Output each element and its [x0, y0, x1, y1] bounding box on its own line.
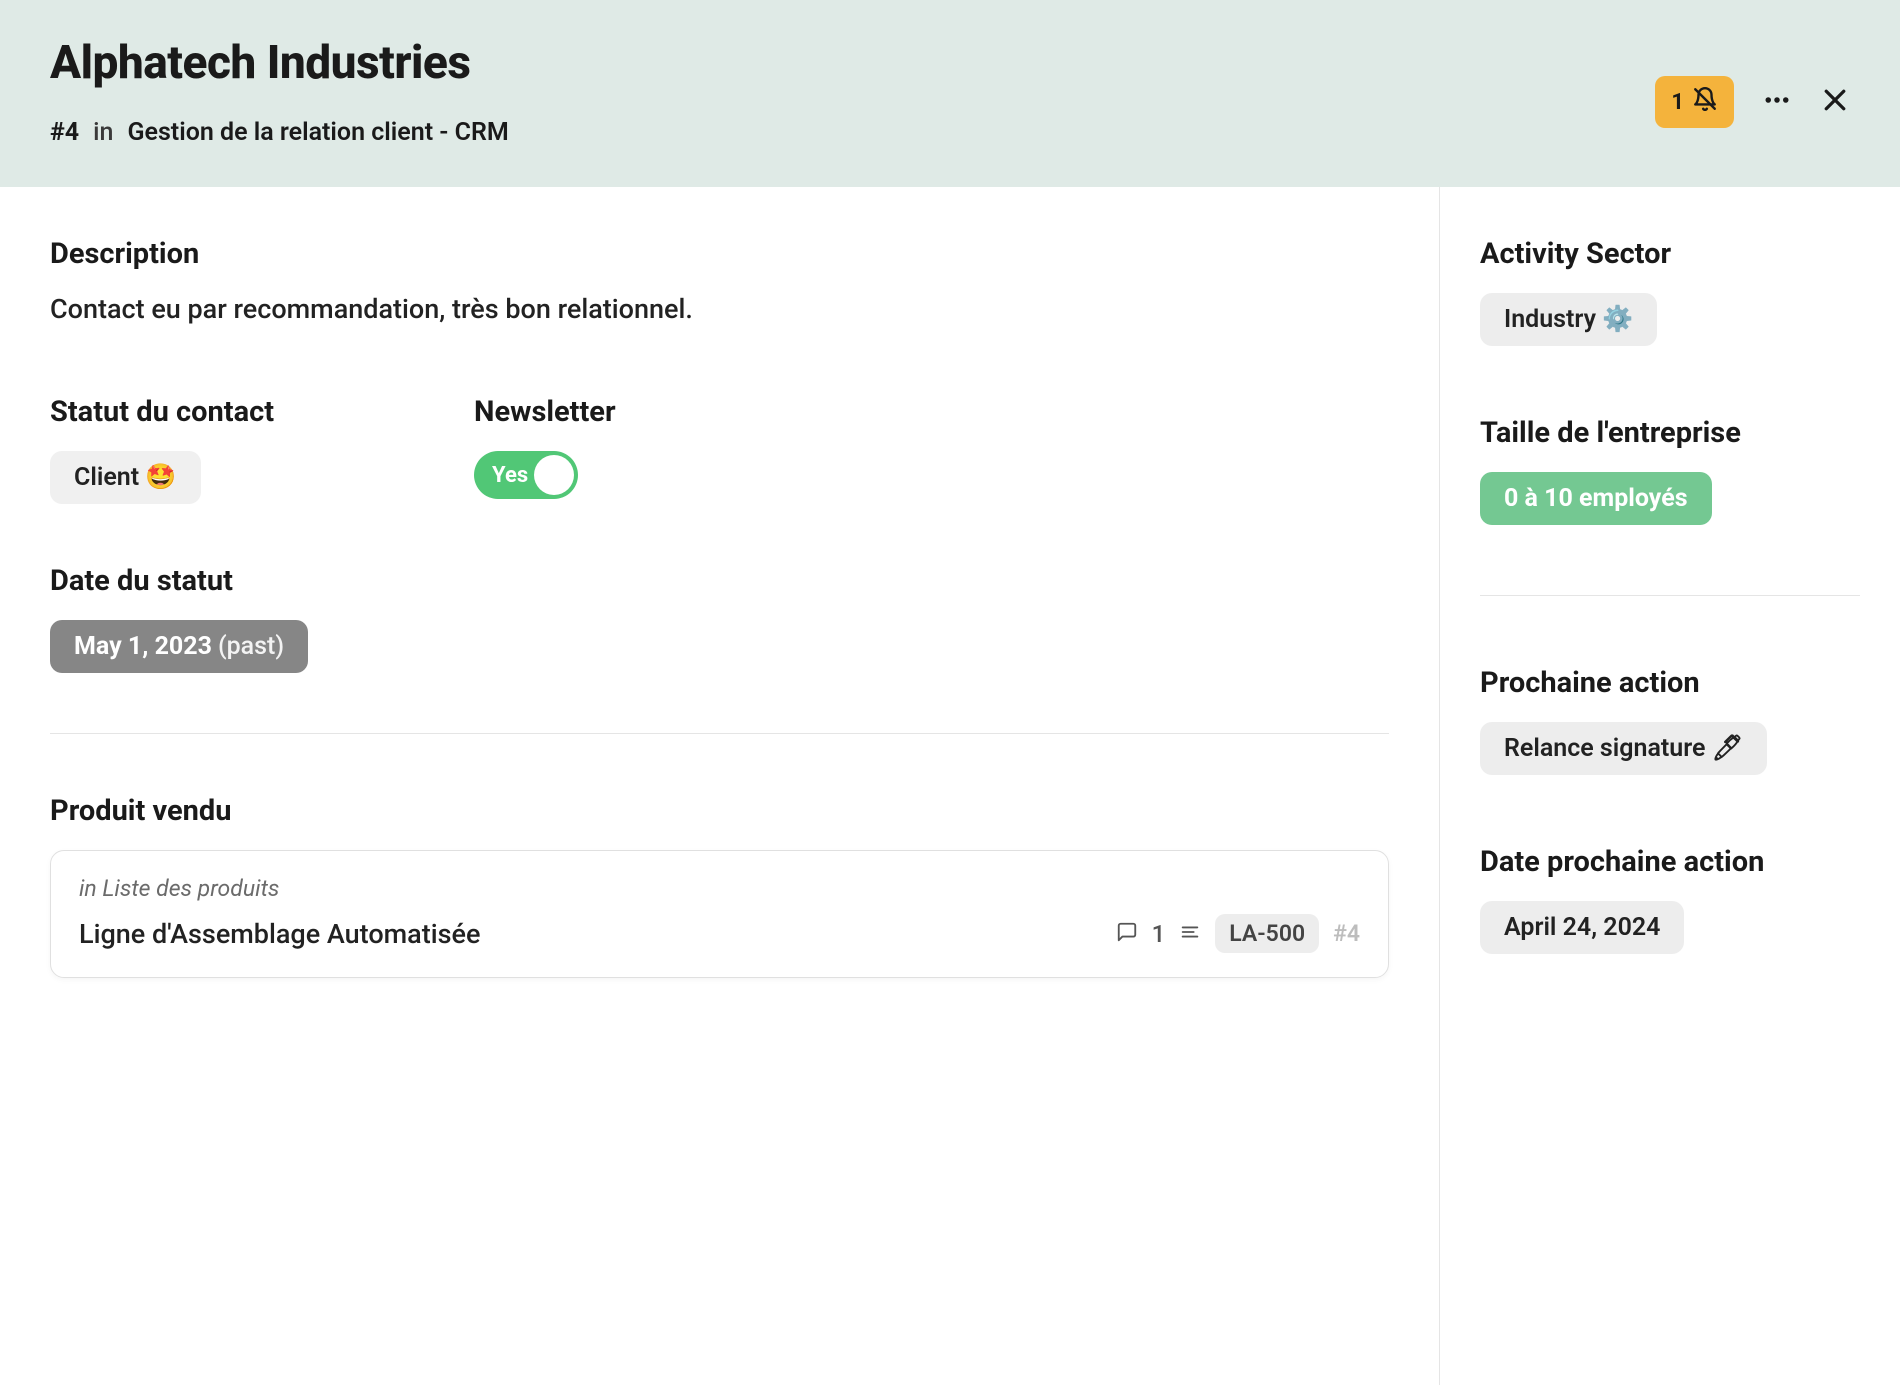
- product-sku: LA-500: [1215, 914, 1319, 953]
- product-card[interactable]: in Liste des produits Ligne d'Assemblage…: [50, 850, 1389, 978]
- main-column: Description Contact eu par recommandatio…: [0, 187, 1440, 1385]
- activity-sector-value[interactable]: Industry ⚙️: [1480, 293, 1657, 346]
- comment-count: 1: [1152, 920, 1166, 948]
- field-newsletter: Newsletter Yes: [474, 395, 616, 504]
- newsletter-toggle[interactable]: Yes: [474, 451, 578, 499]
- next-action-value[interactable]: Relance signature 🖊: [1480, 722, 1767, 775]
- breadcrumb-in: in: [93, 118, 113, 147]
- field-label-activity-sector: Activity Sector: [1480, 237, 1860, 271]
- description-value[interactable]: Contact eu par recommandation, très bon …: [50, 293, 1389, 325]
- field-label-company-size: Taille de l'entreprise: [1480, 416, 1860, 450]
- field-activity-sector: Activity Sector Industry ⚙️: [1480, 237, 1860, 346]
- product-meta: 1 LA-500 #4: [1116, 914, 1360, 953]
- field-description: Description Contact eu par recommandatio…: [50, 237, 1389, 325]
- field-label-description: Description: [50, 237, 1389, 271]
- field-product-sold: Produit vendu in Liste des produits Lign…: [50, 794, 1389, 978]
- product-row-number: #4: [1333, 920, 1360, 947]
- product-name: Ligne d'Assemblage Automatisée: [79, 918, 480, 950]
- status-date-value[interactable]: May 1, 2023 (past): [50, 620, 308, 673]
- field-next-action: Prochaine action Relance signature 🖊: [1480, 666, 1860, 775]
- side-column: Activity Sector Industry ⚙️ Taille de l'…: [1440, 187, 1900, 1385]
- breadcrumb-parent[interactable]: Gestion de la relation client - CRM: [127, 118, 508, 147]
- bell-off-icon: [1692, 86, 1718, 118]
- more-options-button[interactable]: [1762, 85, 1792, 119]
- field-label-product-sold: Produit vendu: [50, 794, 1389, 828]
- field-status-date: Date du statut May 1, 2023 (past): [50, 564, 1389, 673]
- field-label-contact-status: Statut du contact: [50, 395, 274, 429]
- record-id: #4: [50, 118, 79, 147]
- company-size-value[interactable]: 0 à 10 employés: [1480, 472, 1712, 525]
- section-divider: [50, 733, 1389, 734]
- comment-icon: [1116, 921, 1138, 947]
- field-label-next-action: Prochaine action: [1480, 666, 1860, 700]
- page-title: Alphatech Industries: [50, 36, 1655, 90]
- field-label-newsletter: Newsletter: [474, 395, 616, 429]
- field-next-action-date: Date prochaine action April 24, 2024: [1480, 845, 1860, 954]
- subscribe-count: 1: [1671, 90, 1684, 115]
- subscribe-button[interactable]: 1: [1655, 76, 1734, 128]
- next-action-date-value[interactable]: April 24, 2024: [1480, 901, 1684, 954]
- record-header: Alphatech Industries #4 in Gestion de la…: [0, 0, 1900, 187]
- close-icon: [1820, 85, 1850, 119]
- product-source: in Liste des produits: [79, 875, 1360, 902]
- close-button[interactable]: [1820, 85, 1850, 119]
- field-company-size: Taille de l'entreprise 0 à 10 employés: [1480, 416, 1860, 525]
- list-icon: [1179, 921, 1201, 947]
- sidebar-divider: [1480, 595, 1860, 596]
- newsletter-toggle-label: Yes: [492, 463, 528, 488]
- breadcrumb: #4 in Gestion de la relation client - CR…: [50, 118, 1655, 147]
- more-horizontal-icon: [1762, 85, 1792, 119]
- field-label-status-date: Date du statut: [50, 564, 1389, 598]
- contact-status-value[interactable]: Client 🤩: [50, 451, 201, 504]
- field-contact-status: Statut du contact Client 🤩: [50, 395, 274, 504]
- field-label-next-action-date: Date prochaine action: [1480, 845, 1860, 879]
